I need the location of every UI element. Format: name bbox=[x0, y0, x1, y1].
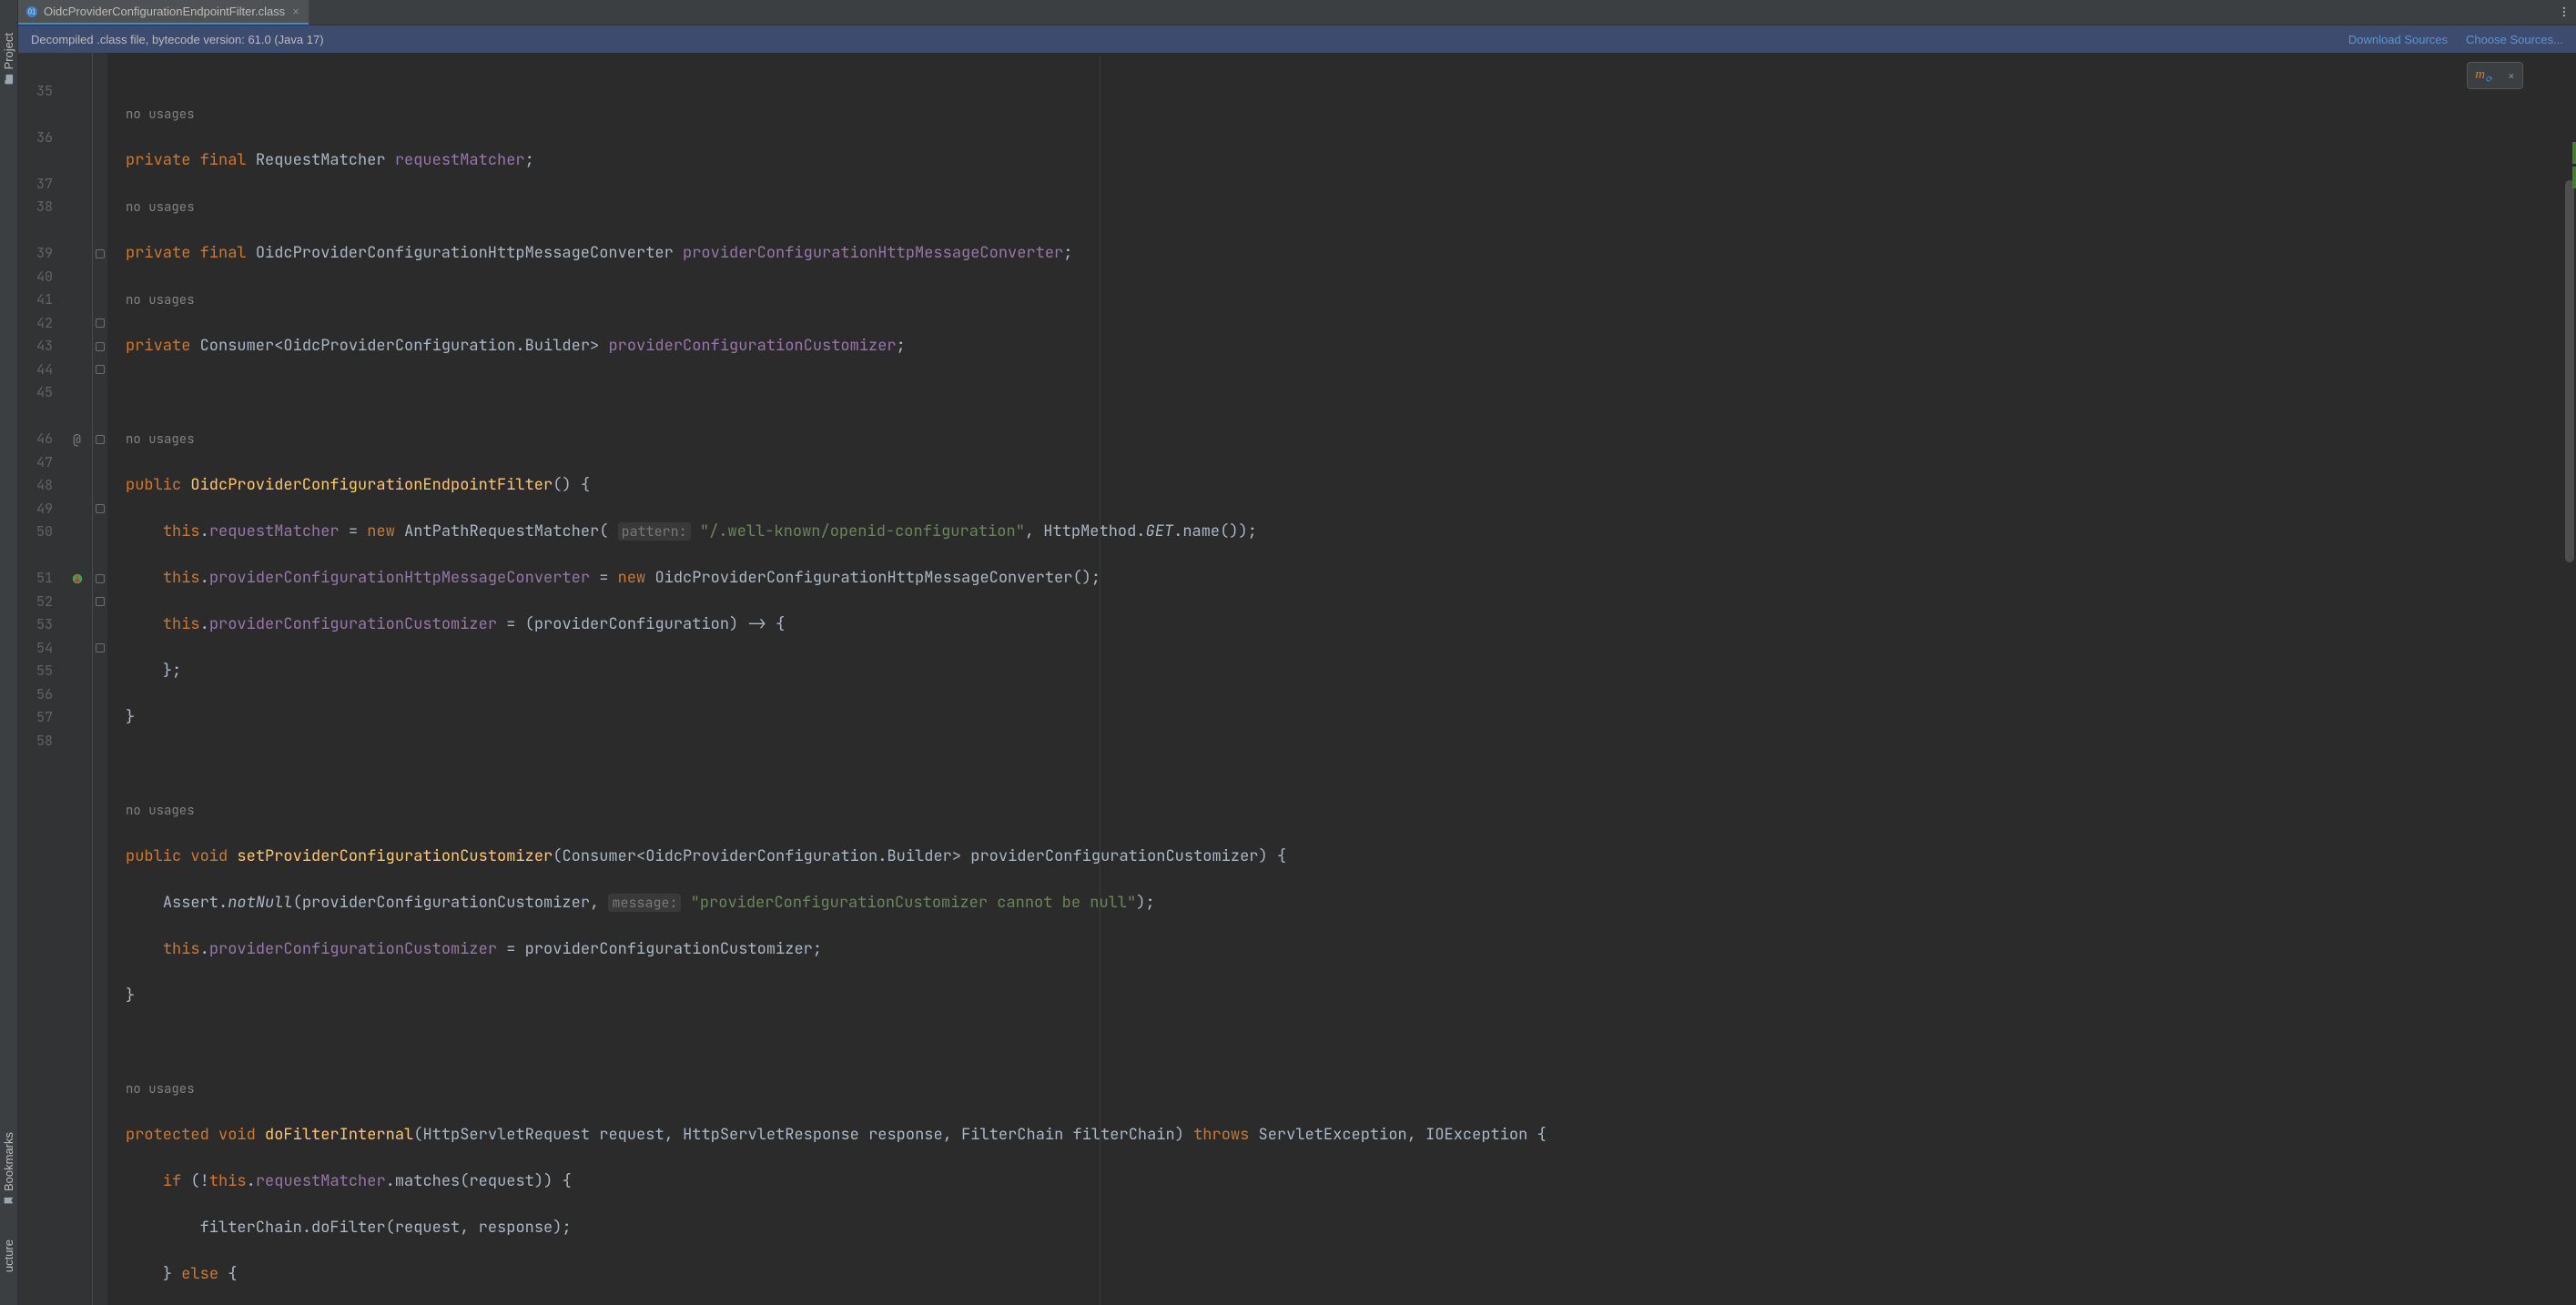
class-file-icon: 01 bbox=[25, 5, 38, 18]
scrollbar-track[interactable] bbox=[2563, 53, 2576, 1305]
file-tab[interactable]: 01 OidcProviderConfigurationEndpointFilt… bbox=[18, 0, 309, 25]
choose-sources-link[interactable]: Choose Sources... bbox=[2466, 33, 2563, 46]
structure-tool-button[interactable]: ucture bbox=[2, 1234, 15, 1278]
inspection-m-icon: m⟳ bbox=[2475, 67, 2492, 85]
editor-tabs: 01 OidcProviderConfigurationEndpointFilt… bbox=[18, 0, 2576, 25]
error-stripe-mark[interactable] bbox=[2572, 167, 2576, 188]
override-annotation-icon[interactable]: @ bbox=[73, 430, 81, 449]
code-editor[interactable]: 35 36 37 38 39 40 41 42 43 44 45 46 47 4… bbox=[18, 53, 2576, 1305]
override-method-icon[interactable] bbox=[71, 572, 84, 585]
decompiled-notification-bar: Decompiled .class file, bytecode version… bbox=[18, 25, 2576, 53]
gutter-markers: @ bbox=[62, 53, 93, 1305]
folder-icon bbox=[3, 73, 15, 86]
project-tool-button[interactable]: Project bbox=[2, 27, 15, 95]
bookmark-icon bbox=[4, 1195, 15, 1207]
download-sources-link[interactable]: Download Sources bbox=[2348, 33, 2448, 46]
tool-window-bar: Project Bookmarks ucture bbox=[0, 0, 18, 1305]
tab-title: OidcProviderConfigurationEndpointFilter.… bbox=[44, 5, 285, 18]
code-area[interactable]: no usages private final RequestMatcher r… bbox=[107, 53, 2576, 1305]
bookmarks-tool-button[interactable]: Bookmarks bbox=[2, 1127, 15, 1216]
banner-text: Decompiled .class file, bytecode version… bbox=[31, 33, 324, 46]
error-stripe-mark[interactable] bbox=[2572, 142, 2576, 164]
inspection-widget[interactable]: m⟳ × bbox=[2467, 62, 2523, 89]
scrollbar-thumb[interactable] bbox=[2565, 180, 2574, 562]
line-number-gutter: 35 36 37 38 39 40 41 42 43 44 45 46 47 4… bbox=[18, 53, 62, 1305]
tabs-more-icon[interactable] bbox=[2558, 4, 2571, 23]
fold-gutter[interactable] bbox=[93, 53, 107, 1305]
close-tab-icon[interactable]: × bbox=[290, 5, 301, 18]
inspection-close-icon[interactable]: × bbox=[2508, 68, 2515, 84]
svg-text:01: 01 bbox=[28, 7, 36, 15]
